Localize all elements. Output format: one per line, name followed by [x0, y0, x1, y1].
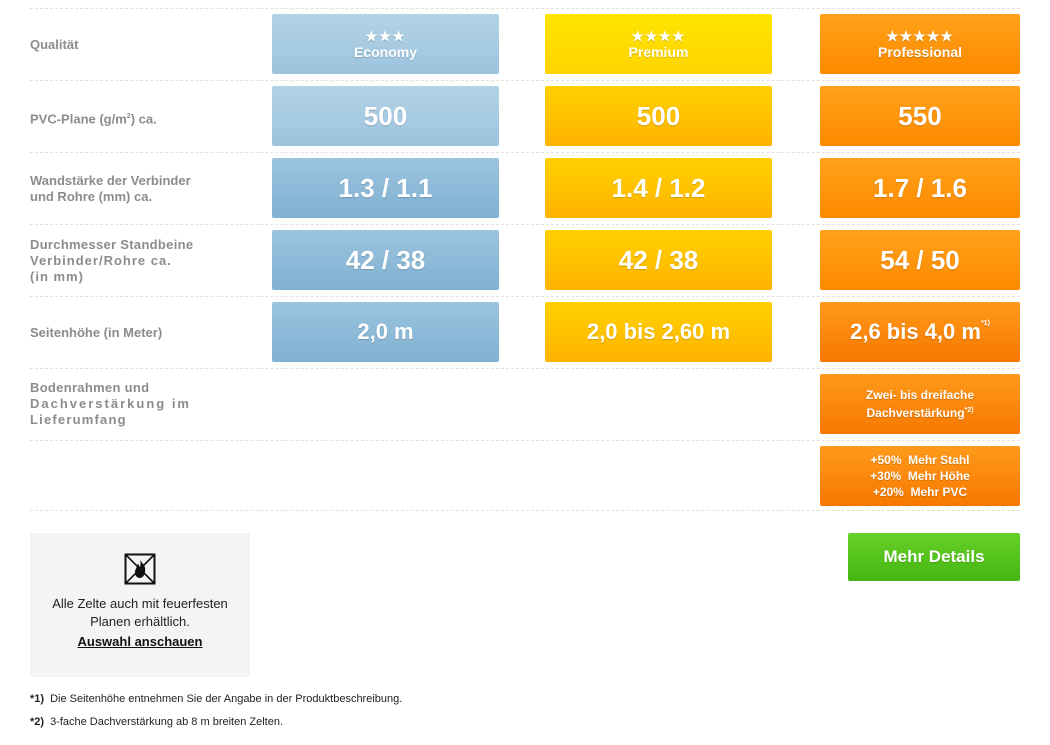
tier-name: Premium [628, 44, 689, 60]
fire-resistant-icon [124, 553, 156, 585]
row-label-quality: Qualität [30, 37, 79, 52]
row-separator [30, 152, 1020, 153]
row-separator [30, 296, 1020, 297]
row-label-pvc: PVC-Plane (g/m2) ca. [30, 111, 157, 127]
row-label-line: Lieferumfang [30, 412, 127, 427]
professional-extras-box: +50% Mehr Stahl +30% Mehr Höhe +20% Mehr… [820, 446, 1020, 506]
value-premium-diameter: 42 / 38 [545, 230, 772, 290]
extra-line: +50% Mehr Stahl [870, 453, 970, 467]
row-label-line: Durchmesser Standbeine [30, 237, 194, 252]
row-separator [30, 80, 1020, 81]
footnote-text: 3-fache Dachverstärkung ab 8 m breiten Z… [50, 716, 284, 728]
tier-header-economy[interactable]: ★★★ Economy [272, 14, 499, 74]
row-label-line: und Rohre (mm) ca. [30, 189, 153, 204]
value-text: Dachverstärkung [866, 406, 965, 420]
row-separator [30, 8, 1020, 9]
row-label-diameter: Durchmesser Standbeine Verbinder/Rohre c… [30, 237, 193, 285]
value-professional-roof-reinforcement: Zwei- bis dreifache Dachverstärkung*2) [820, 374, 1020, 434]
tier-header-premium[interactable]: ★★★★ Premium [545, 14, 772, 74]
extra-line: +30% Mehr Höhe [870, 469, 970, 483]
value-economy-side-height: 2,0 m [272, 302, 499, 362]
tier-name: Professional [877, 44, 963, 60]
row-label-line: Dachverstärkung im [30, 396, 191, 411]
star-rating-icon: ★★★★★ [886, 28, 954, 44]
row-label-side-height: Seitenhöhe (in Meter) [30, 325, 163, 340]
footnote-1: *1) Die Seitenhöhe entnehmen Sie der Anga… [30, 693, 402, 705]
value-professional-wall: 1.7 / 1.6 [820, 158, 1020, 218]
value-premium-pvc: 500 [545, 86, 772, 146]
row-label-line: Verbinder/Rohre ca. [30, 253, 172, 268]
feature-description: Alle Zelte auch mit feuerfesten Planen e… [30, 595, 250, 631]
row-separator [30, 368, 1020, 369]
value-premium-wall: 1.4 / 1.2 [545, 158, 772, 218]
footnote-text: Die Seitenhöhe entnehmen Sie der Angabe … [50, 693, 403, 705]
row-separator [30, 440, 1020, 441]
row-label-line: Bodenrahmen und [30, 380, 150, 395]
row-label-line: (in mm) [30, 269, 84, 284]
tier-name: Economy [353, 44, 417, 60]
value-economy-diameter: 42 / 38 [272, 230, 499, 290]
row-separator [30, 510, 1020, 511]
value-line: Zwei- bis dreifache [865, 388, 975, 402]
value-text: 2,6 bis 4,0 m [850, 319, 981, 344]
footnote-mark: *2) [30, 716, 45, 728]
footnote-ref: *2) [964, 407, 974, 414]
feature-text-line: Planen erhältlich. [90, 614, 190, 629]
row-label-wall-thickness: Wandstärke der Verbinder und Rohre (mm) … [30, 173, 191, 205]
value-economy-pvc: 500 [272, 86, 499, 146]
footnote-mark: *1) [30, 693, 45, 705]
value-economy-wall: 1.3 / 1.1 [272, 158, 499, 218]
show-selection-link[interactable]: Auswahl anschauen [30, 633, 250, 651]
star-rating-icon: ★★★ [365, 28, 406, 44]
row-label-line: Wandstärke der Verbinder [30, 173, 191, 188]
extra-line: +20% Mehr PVC [872, 485, 968, 499]
row-label-ground-frame: Bodenrahmen und Dachverstärkung im Liefe… [30, 380, 191, 428]
row-separator [30, 224, 1020, 225]
footnote-2: *2) 3-fache Dachverstärkung ab 8 m breite… [30, 716, 283, 728]
tier-header-professional[interactable]: ★★★★★ Professional [820, 14, 1020, 74]
value-line: Dachverstärkung*2) [867, 403, 974, 421]
value-professional-pvc: 550 [820, 86, 1020, 146]
value-professional-side-height: 2,6 bis 4,0 m *1) [820, 302, 1020, 362]
value-professional-diameter: 54 / 50 [820, 230, 1020, 290]
value-premium-side-height: 2,0 bis 2,60 m [545, 302, 772, 362]
fire-resistant-feature-box: Alle Zelte auch mit feuerfesten Planen e… [30, 533, 250, 677]
footnote-ref: *1) [980, 320, 990, 327]
more-details-button[interactable]: Mehr Details [848, 533, 1020, 581]
star-rating-icon: ★★★★ [631, 28, 686, 44]
feature-text-line: Alle Zelte auch mit feuerfesten [52, 596, 228, 611]
